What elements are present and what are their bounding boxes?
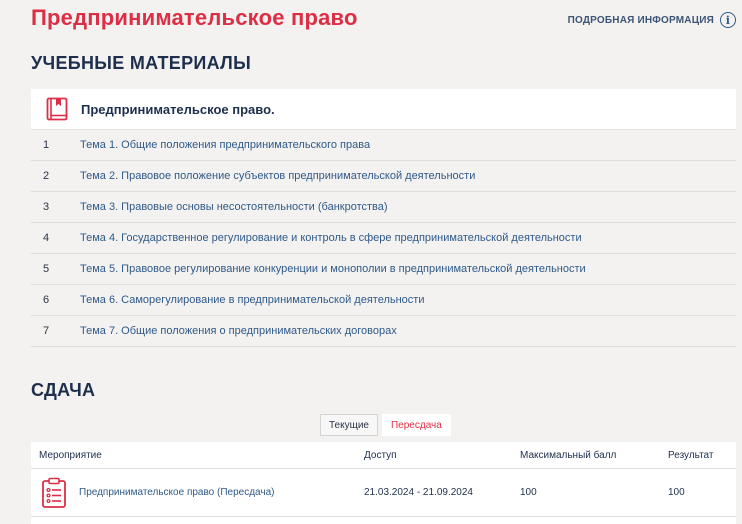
clipboard-icon	[42, 477, 66, 508]
topic-number: 6	[43, 294, 50, 306]
table-header: Мероприятие Доступ Максимальный балл Рез…	[31, 442, 736, 469]
topic-number: 4	[43, 232, 50, 244]
topic-list: 1 Тема 1. Общие положения предпринимател…	[31, 130, 736, 347]
topic-number: 7	[43, 325, 50, 337]
max-score-cell: 100	[520, 487, 537, 498]
page-title: Предпринимательское право	[31, 5, 358, 30]
result-cell: 100	[668, 487, 685, 498]
topic-number: 1	[43, 139, 50, 151]
column-header-result: Результат	[668, 449, 714, 461]
topic-row: 7 Тема 7. Общие положения о предпринимат…	[31, 316, 736, 347]
tab-current[interactable]: Текущие	[320, 414, 378, 436]
more-info-label: ПОДРОБНАЯ ИНФОРМАЦИЯ	[567, 14, 714, 26]
course-card[interactable]: Предпринимательское право.	[31, 89, 736, 130]
topic-link[interactable]: Тема 3. Правовые основы несостоятельност…	[80, 201, 388, 213]
info-icon[interactable]: i	[720, 12, 736, 28]
column-header-max-score: Максимальный балл	[520, 449, 617, 461]
column-header-access: Доступ	[364, 449, 397, 461]
topic-number: 2	[43, 170, 50, 182]
topic-row: 3 Тема 3. Правовые основы несостоятельно…	[31, 192, 736, 223]
topic-row: 4 Тема 4. Государственное регулирование …	[31, 223, 736, 254]
topic-row: 1 Тема 1. Общие положения предпринимател…	[31, 130, 736, 161]
submission-section-title: СДАЧА	[31, 380, 96, 400]
topic-row: 6 Тема 6. Саморегулирование в предприним…	[31, 285, 736, 316]
event-cell: Предпринимательское право (Пересдача)	[39, 469, 275, 516]
topic-link[interactable]: Тема 4. Государственное регулирование и …	[80, 232, 582, 244]
topic-link[interactable]: Тема 6. Саморегулирование в предпринимат…	[80, 294, 425, 306]
more-info-link[interactable]: ПОДРОБНАЯ ИНФОРМАЦИЯ i	[568, 12, 736, 28]
access-cell: 21.03.2024 - 21.09.2024	[364, 487, 473, 498]
table-next-row	[31, 517, 736, 524]
topic-link[interactable]: Тема 7. Общие положения о предпринимател…	[80, 325, 397, 337]
submission-tabs: Текущие Пересдача	[320, 414, 451, 436]
topic-link[interactable]: Тема 5. Правовое регулирование конкуренц…	[80, 263, 586, 275]
topic-row: 5 Тема 5. Правовое регулирование конкуре…	[31, 254, 736, 285]
topic-link[interactable]: Тема 2. Правовое положение субъектов пре…	[80, 170, 475, 182]
tab-retake[interactable]: Пересдача	[381, 414, 451, 436]
table-row: Предпринимательское право (Пересдача) 21…	[31, 469, 736, 517]
materials-section-title: УЧЕБНЫЕ МАТЕРИАЛЫ	[31, 53, 252, 73]
topic-number: 5	[43, 263, 50, 275]
course-name: Предпринимательское право.	[81, 101, 275, 117]
book-icon	[46, 97, 68, 121]
topic-row: 2 Тема 2. Правовое положение субъектов п…	[31, 161, 736, 192]
column-header-event: Мероприятие	[39, 449, 102, 461]
topic-number: 3	[43, 201, 50, 213]
event-link[interactable]: Предпринимательское право (Пересдача)	[79, 487, 275, 498]
topic-link[interactable]: Тема 1. Общие положения предпринимательс…	[80, 139, 370, 151]
